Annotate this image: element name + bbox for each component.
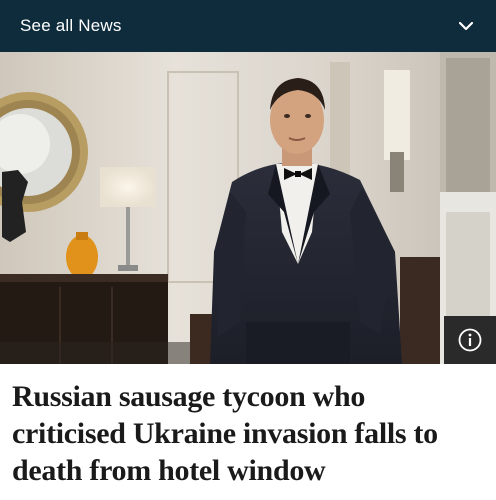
- see-all-news-label: See all News: [20, 16, 122, 35]
- article-hero-image[interactable]: [0, 52, 496, 364]
- image-info-button[interactable]: [444, 316, 496, 364]
- news-section-bar[interactable]: See all News: [0, 0, 496, 52]
- info-icon: [458, 328, 482, 352]
- article-headline[interactable]: Russian sausage tycoon who criticised Uk…: [12, 378, 482, 489]
- chevron-down-icon[interactable]: [458, 18, 474, 34]
